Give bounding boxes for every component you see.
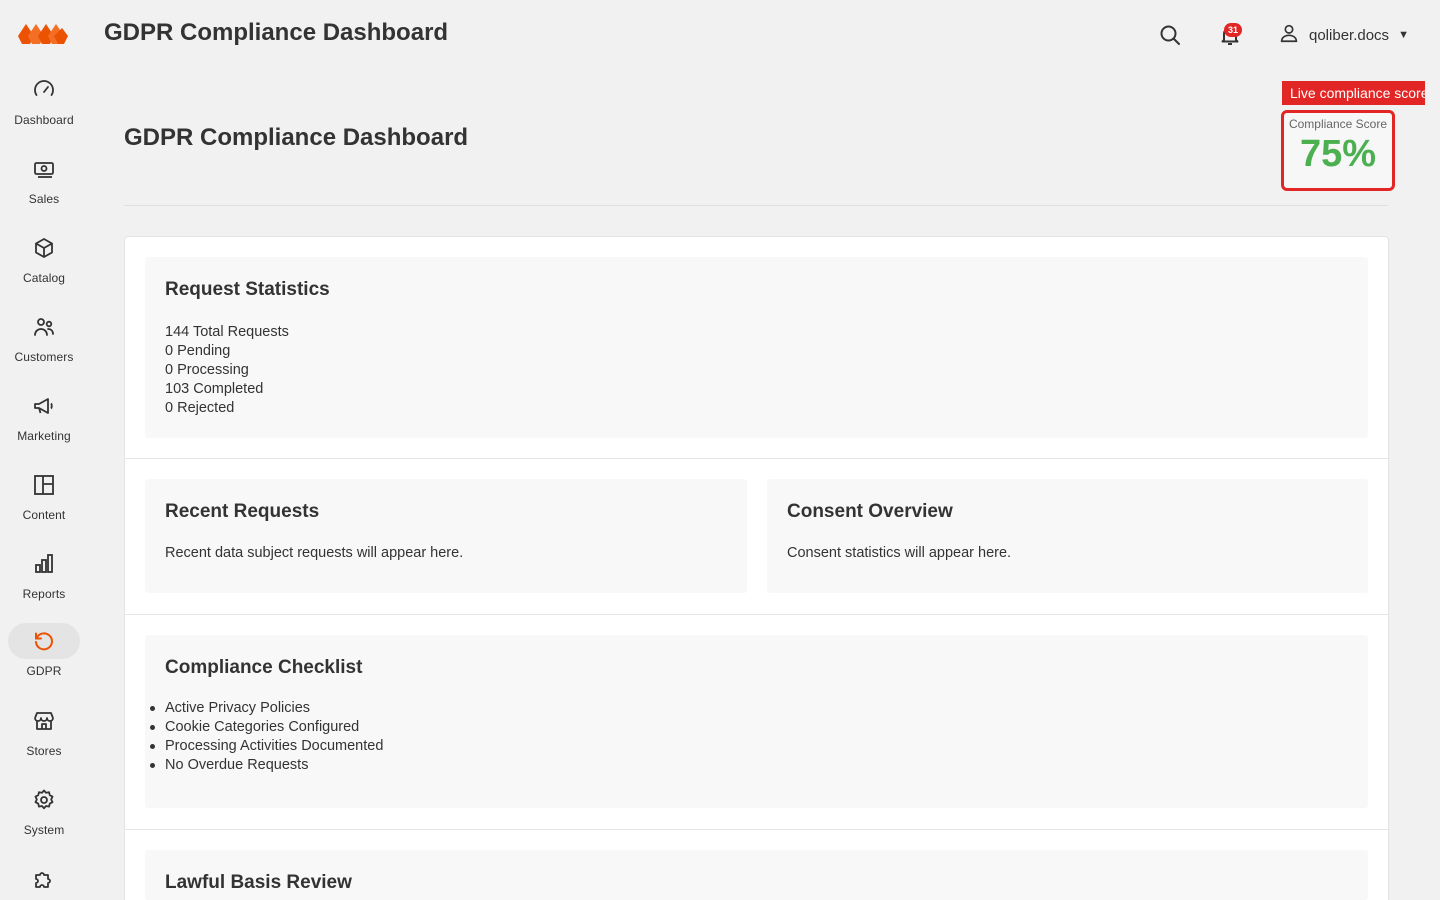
panel-title: Recent Requests — [165, 501, 320, 522]
sidebar-item-label: Stores — [26, 744, 62, 758]
consent-overview-panel: Consent Overview Consent statistics will… — [767, 479, 1368, 593]
sidebar-item-customers[interactable]: Customers — [8, 309, 80, 381]
puzzle-icon — [8, 861, 80, 897]
gauge-icon — [8, 72, 80, 108]
live-compliance-label: Live compliance score — [1282, 81, 1425, 105]
statistics-list: 144 Total Requests 0 Pending 0 Processin… — [165, 323, 289, 418]
page-title: GDPR Compliance Dashboard — [124, 124, 469, 151]
checklist: Active Privacy Policies Cookie Categorie… — [149, 699, 384, 775]
sidebar-item-dashboard[interactable]: Dashboard — [8, 72, 80, 144]
app-title: GDPR Compliance Dashboard — [104, 19, 449, 46]
sidebar-item-marketing[interactable]: Marketing — [8, 388, 80, 460]
sidebar-item-label: System — [23, 823, 65, 837]
user-menu[interactable]: qoliber.docs ▼ — [1278, 22, 1409, 48]
section-divider — [125, 829, 1388, 830]
sidebar-item-content[interactable]: Content — [8, 467, 80, 539]
checklist-item: Active Privacy Policies — [149, 699, 383, 718]
user-icon — [1278, 22, 1300, 49]
header-divider — [124, 205, 1388, 206]
request-statistics-panel: Request Statistics 144 Total Requests 0 … — [145, 257, 1368, 438]
panel-title: Compliance Checklist — [165, 657, 363, 678]
sidebar-item-label: Reports — [22, 587, 66, 601]
sidebar-item-label: GDPR — [26, 664, 62, 678]
panel-title: Lawful Basis Review — [165, 872, 352, 893]
sidebar-item-label: Customers — [14, 350, 74, 364]
brand-logo[interactable] — [18, 20, 70, 48]
stat-processing: 0 Processing — [165, 362, 249, 378]
panel-text: Consent statistics will appear here. — [787, 545, 1012, 561]
sidebar-item-extensions[interactable] — [8, 861, 80, 900]
panel-title: Consent Overview — [787, 501, 953, 522]
sidebar-item-label: Catalog — [22, 271, 66, 285]
sidebar-item-stores[interactable]: Stores — [8, 703, 80, 775]
section-divider — [125, 458, 1388, 459]
refresh-icon — [8, 623, 80, 659]
compliance-checklist-panel: Compliance Checklist Active Privacy Poli… — [145, 635, 1368, 808]
box-icon — [8, 230, 80, 266]
notification-badge: 31 — [1224, 23, 1242, 37]
store-icon — [8, 703, 80, 739]
compliance-score-widget: Compliance Score 75% — [1281, 110, 1395, 191]
checklist-item: Processing Activities Documented — [149, 738, 384, 754]
sidebar-item-catalog[interactable]: Catalog — [8, 230, 80, 302]
sidebar: Dashboard Sales Catalog Customers Market… — [0, 0, 88, 900]
sidebar-item-label: Marketing — [17, 429, 71, 443]
lawful-basis-panel: Lawful Basis Review — [145, 850, 1368, 900]
stat-pending: 0 Pending — [165, 343, 231, 359]
checklist-item: No Overdue Requests — [149, 756, 383, 775]
bar-chart-icon — [8, 546, 80, 582]
cash-icon — [8, 151, 80, 187]
panel-text: Recent data subject requests will appear… — [165, 545, 464, 561]
sidebar-item-sales[interactable]: Sales — [8, 151, 80, 223]
username: qoliber.docs — [1309, 26, 1390, 44]
score-value: 75% — [1299, 133, 1377, 175]
chevron-down-icon: ▼ — [1398, 29, 1409, 41]
sidebar-item-reports[interactable]: Reports — [8, 546, 80, 618]
recent-requests-panel: Recent Requests Recent data subject requ… — [145, 479, 747, 593]
section-divider — [125, 614, 1388, 615]
sidebar-item-label: Content — [22, 508, 66, 522]
sidebar-item-system[interactable]: System — [8, 782, 80, 854]
stat-total: 144 Total Requests — [165, 324, 289, 340]
sidebar-item-label: Dashboard — [14, 113, 74, 127]
panel-title: Request Statistics — [165, 279, 330, 300]
score-caption: Compliance Score — [1288, 117, 1388, 131]
checklist-item: Cookie Categories Configured — [149, 718, 383, 737]
stat-completed: 103 Completed — [165, 381, 264, 397]
sidebar-item-gdpr[interactable]: GDPR — [8, 623, 80, 695]
sidebar-item-label: Sales — [28, 192, 60, 206]
megaphone-icon — [8, 388, 80, 424]
people-icon — [8, 309, 80, 345]
stat-rejected: 0 Rejected — [165, 400, 235, 416]
search-icon[interactable] — [1158, 23, 1182, 52]
gear-icon — [8, 782, 80, 818]
layout-icon — [8, 467, 80, 503]
